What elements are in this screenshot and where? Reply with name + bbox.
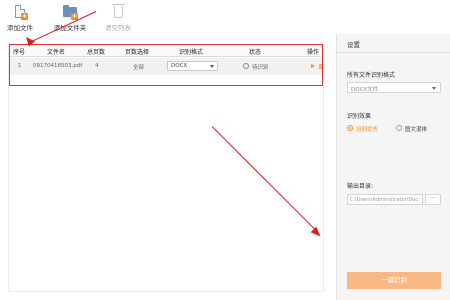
- all-format-value: DOCX文件: [351, 87, 379, 93]
- add-folder-icon: +: [63, 4, 78, 20]
- chevron-down-icon: [432, 87, 436, 90]
- clear-list-label: 清空列表: [105, 24, 131, 32]
- settings-title: 设置: [347, 41, 360, 49]
- annotation-table-box: [9, 44, 323, 86]
- start-recognition-button[interactable]: 一键识别: [347, 272, 441, 289]
- radio-accuracy-first-label[interactable]: 识别优先: [356, 125, 378, 133]
- divider: [337, 52, 450, 53]
- effect-label: 识别效果: [347, 113, 372, 120]
- add-file-icon: +: [13, 4, 28, 20]
- add-folder-button[interactable]: + 添加文件夹: [50, 4, 90, 32]
- toolbar: + 添加文件 + 添加文件夹 清空列表: [0, 0, 450, 38]
- all-format-select[interactable]: DOCX文件: [347, 82, 441, 93]
- browse-button[interactable]: ···: [425, 194, 441, 205]
- radio-mixed-layout-label[interactable]: 图文混排: [405, 125, 427, 133]
- output-dir-input[interactable]: C:\Users\Administrator\Doc: [347, 194, 423, 205]
- radio-accuracy-first[interactable]: [347, 125, 353, 131]
- add-file-button[interactable]: + 添加文件: [0, 4, 40, 32]
- all-format-label: 所有文件识别格式: [347, 72, 396, 79]
- radio-mixed-layout[interactable]: [396, 125, 402, 131]
- add-file-label: 添加文件: [7, 24, 33, 32]
- trash-icon: [111, 4, 125, 19]
- clear-list-button[interactable]: 清空列表: [98, 4, 138, 32]
- settings-panel: 设置 所有文件识别格式 DOCX文件 识别效果 识别优先 图文混排 输出目录: …: [336, 34, 450, 300]
- output-dir-label: 输出目录:: [347, 183, 374, 190]
